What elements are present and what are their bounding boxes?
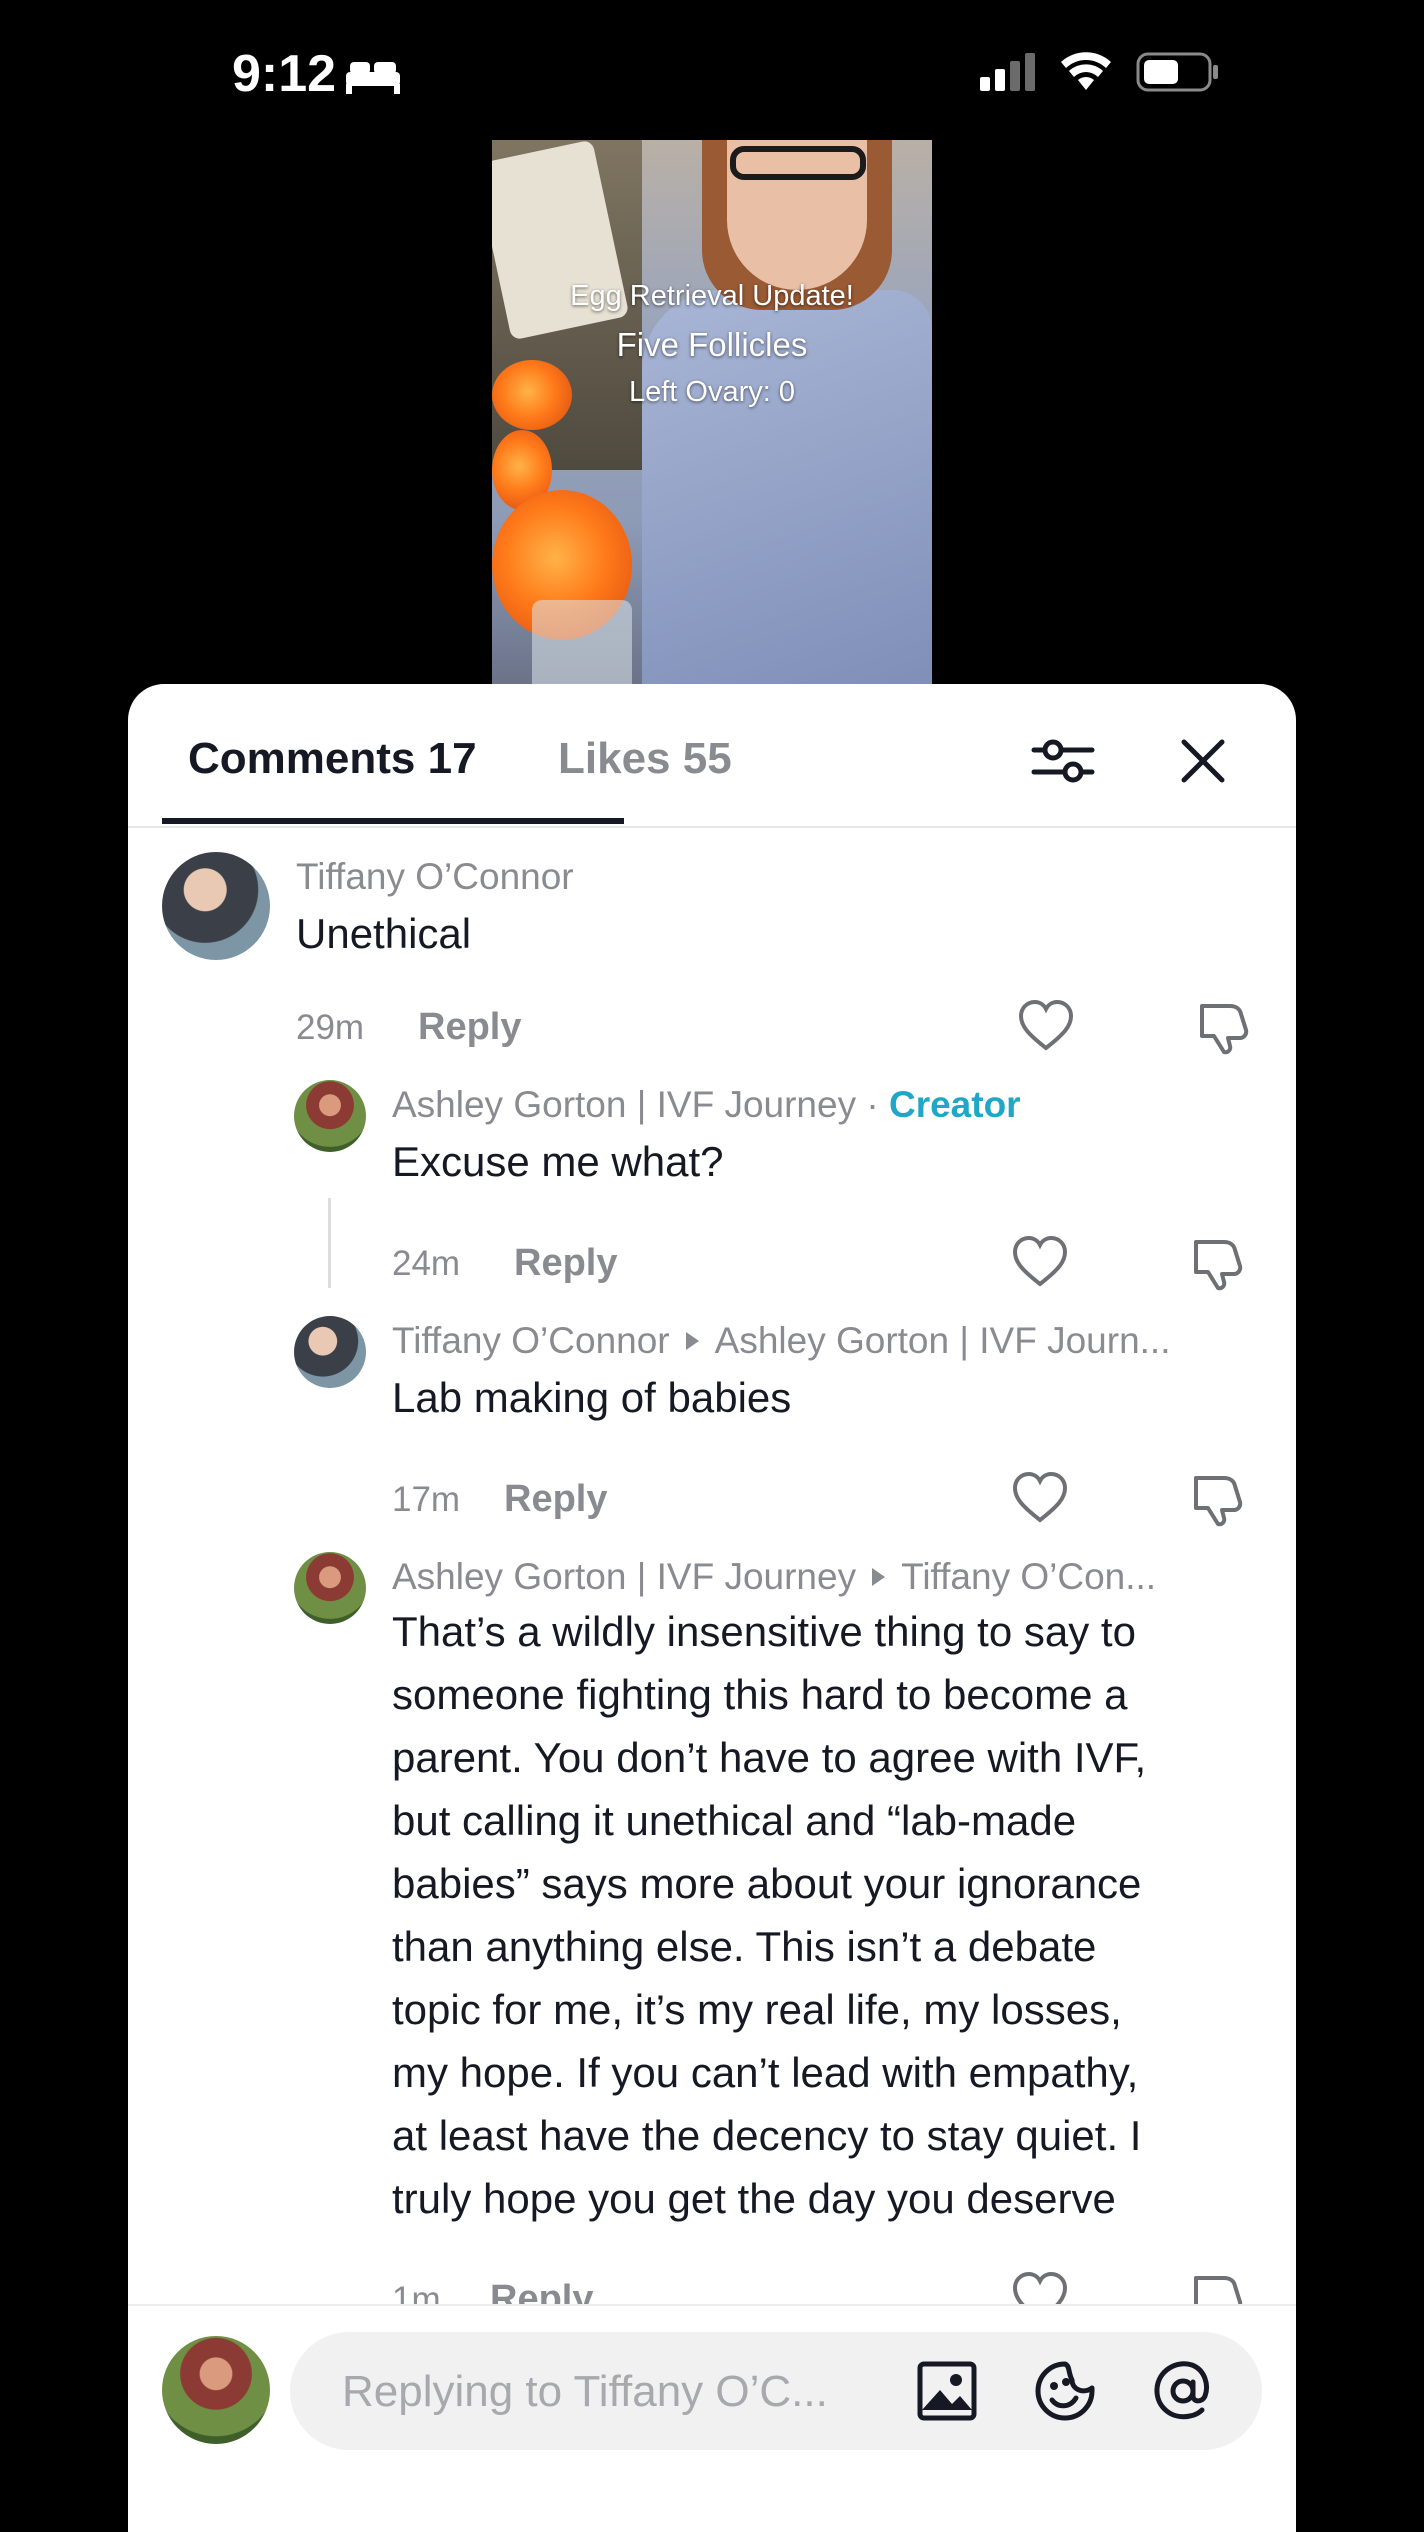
image-icon[interactable]: [914, 2358, 980, 2424]
comment-text: That’s a wildly insensitive thing to say…: [392, 1600, 1282, 2230]
comment-line: truly hope you get the day you deserve: [392, 2175, 1116, 2222]
dislike-icon[interactable]: [1188, 1468, 1248, 1528]
avatar[interactable]: [294, 1552, 366, 1624]
dislike-icon[interactable]: [1194, 996, 1254, 1056]
bed-icon: [346, 62, 400, 94]
close-icon[interactable]: [1168, 726, 1238, 796]
comment-time: 17m: [392, 1480, 461, 1519]
comment-time: 1m: [392, 2280, 441, 2304]
creator-badge: Creator: [888, 1084, 1021, 1125]
comment-line: than anything else. This isn’t a debate: [392, 1923, 1097, 1970]
heart-icon[interactable]: [1016, 996, 1076, 1056]
current-user-avatar: [162, 2336, 270, 2444]
avatar[interactable]: [294, 1080, 366, 1152]
comment-text: Excuse me what?: [392, 1138, 724, 1185]
active-tab-indicator: [162, 818, 624, 824]
heart-icon[interactable]: [1010, 2268, 1070, 2304]
filter-icon[interactable]: [1028, 726, 1098, 796]
signal-icon: [980, 53, 1035, 91]
video-overlay-line2: Five Follicles: [616, 326, 808, 363]
comment-author[interactable]: Ashley Gorton | IVF Journey · Creator: [392, 1084, 1021, 1126]
author-separator: ·: [856, 1084, 889, 1125]
comment-input-bar: [128, 2304, 1296, 2532]
thread-line: [328, 1198, 331, 1288]
comments-sheet: Comments 17 Likes 55 Tiffany O’Connor Un…: [128, 684, 1296, 2532]
comment-author[interactable]: Tiffany O’Connor Ashley Gorton | IVF Jour…: [392, 1320, 1171, 1362]
comment-line: parent. You don’t have to agree with IVF…: [392, 1734, 1147, 1781]
comment-input[interactable]: [340, 2332, 904, 2452]
comment-author-name: Ashley Gorton | IVF Journey: [392, 1556, 857, 1597]
reply-button[interactable]: Reply: [514, 1242, 617, 1285]
comment-line: but calling it unethical and “lab-made: [392, 1797, 1077, 1844]
video-overlay-line1: Egg Retrieval Update!: [570, 280, 854, 312]
reply-button[interactable]: Reply: [490, 2278, 593, 2304]
reply-arrow-icon: [872, 1568, 886, 1587]
comment-line: someone fighting this hard to become a: [392, 1671, 1128, 1718]
comment-time: 29m: [296, 1008, 365, 1047]
video-glasses: [730, 146, 866, 180]
comment-line: That’s a wildly insensitive thing to say…: [392, 1608, 1136, 1655]
reply-to-name: Ashley Gorton | IVF Journ...: [714, 1320, 1171, 1361]
comment-line: my hope. If you can’t lead with empathy,: [392, 2049, 1139, 2096]
dislike-icon[interactable]: [1188, 2268, 1248, 2304]
battery-icon: [1136, 52, 1218, 92]
comments-list[interactable]: Tiffany O’Connor Unethical 29m Reply Ash…: [128, 826, 1296, 2304]
heart-icon[interactable]: [1010, 1232, 1070, 1292]
comment-time: 24m: [392, 1244, 461, 1283]
comment-text: Unethical: [296, 910, 472, 957]
wifi-icon: [1061, 52, 1111, 90]
mention-icon[interactable]: [1150, 2358, 1216, 2424]
video-overlay-line3: Left Ovary: 0: [628, 376, 795, 408]
video-preview[interactable]: Egg Retrieval Update! Five Follicles Lef…: [492, 140, 932, 684]
status-icons: [980, 52, 1220, 92]
emoji-icon[interactable]: [1032, 2358, 1098, 2424]
comment-author[interactable]: Ashley Gorton | IVF Journey Tiffany O’Con…: [392, 1556, 1156, 1598]
dislike-icon[interactable]: [1188, 1232, 1248, 1292]
video-vase: [532, 600, 632, 684]
heart-icon[interactable]: [1010, 1468, 1070, 1528]
reply-button[interactable]: Reply: [504, 1478, 607, 1521]
comment-line: babies” says more about your ignorance: [392, 1860, 1142, 1907]
tab-likes[interactable]: Likes 55: [558, 734, 732, 784]
reply-to-name: Tiffany O’Con...: [901, 1556, 1157, 1597]
comment-input-container: [290, 2332, 1262, 2452]
reply-button[interactable]: Reply: [418, 1006, 521, 1049]
tab-bar: Comments 17 Likes 55: [128, 684, 1296, 828]
tab-comments[interactable]: Comments 17: [188, 734, 477, 784]
reply-arrow-icon: [685, 1332, 699, 1351]
avatar[interactable]: [162, 852, 270, 960]
comment-line: at least have the decency to stay quiet.…: [392, 2112, 1142, 2159]
comment-line: topic for me, it’s my real life, my loss…: [392, 1986, 1122, 2033]
comment-author-name: Tiffany O’Connor: [392, 1320, 670, 1361]
avatar[interactable]: [294, 1316, 366, 1388]
comment-author-name: Ashley Gorton | IVF Journey: [392, 1084, 857, 1125]
status-time: 9:12: [232, 45, 337, 103]
comment-text: Lab making of babies: [392, 1374, 792, 1421]
comment-author[interactable]: Tiffany O’Connor: [296, 856, 574, 898]
